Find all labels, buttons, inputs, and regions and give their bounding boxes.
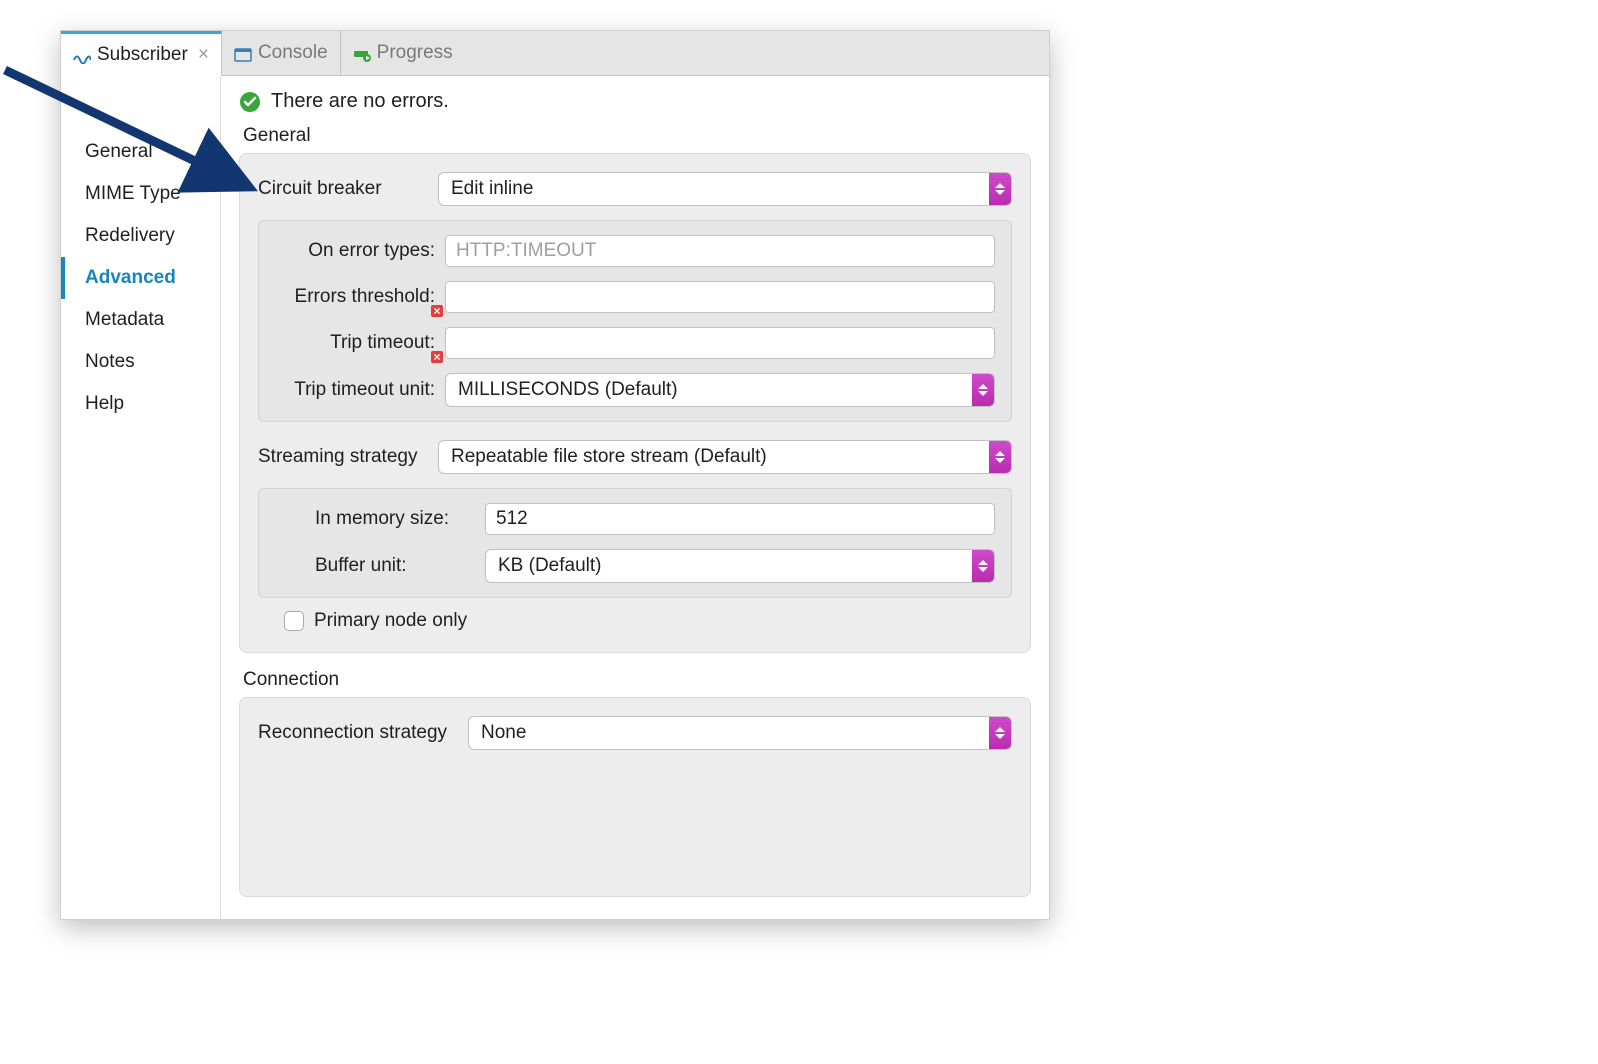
sidenav-item-metadata[interactable]: Metadata [61,299,220,341]
tab-console[interactable]: Console [222,31,341,75]
sidenav-item-advanced[interactable]: Advanced [61,257,220,299]
input-in-memory-size[interactable] [485,503,995,535]
chevron-updown-icon [989,441,1011,473]
row-on-error-types: On error types: [275,235,995,267]
subsection-streaming-strategy: In memory size: Buffer unit: KB (Default… [258,488,1012,598]
select-value: Edit inline [451,178,533,200]
row-circuit-breaker: Circuit breaker Edit inline [258,172,1012,206]
tab-subscriber[interactable]: Subscriber × [61,31,222,76]
chevron-updown-icon [972,550,994,582]
tab-progress[interactable]: Progress [341,31,465,75]
label-primary-node-only: Primary node only [314,610,467,632]
validation-status: There are no errors. [239,90,1031,113]
select-trip-timeout-unit[interactable]: MILLISECONDS (Default) [445,373,995,407]
row-streaming-strategy: Streaming strategy Repeatable file store… [258,440,1012,474]
label-circuit-breaker: Circuit breaker [258,178,438,200]
sidenav-item-general[interactable]: General [61,131,220,173]
row-trip-timeout-unit: Trip timeout unit: MILLISECONDS (Default… [275,373,995,407]
label-in-memory-size: In memory size: [315,508,485,530]
tab-label: Console [258,42,328,64]
chevron-updown-icon [989,717,1011,749]
section-general: Circuit breaker Edit inline On error typ… [239,153,1031,653]
input-trip-timeout[interactable] [445,327,995,359]
chevron-updown-icon [972,374,994,406]
tab-label: Progress [377,42,453,64]
input-on-error-types[interactable] [445,235,995,267]
tab-strip: Subscriber × Console Progress [61,31,1049,76]
tab-label: Subscriber [97,44,188,66]
row-errors-threshold: Errors threshold: [275,281,995,313]
row-buffer-unit: Buffer unit: KB (Default) [275,549,995,583]
sidenav-item-redelivery[interactable]: Redelivery [61,215,220,257]
section-title-general: General [243,125,1031,147]
sidenav-item-help[interactable]: Help [61,383,220,425]
select-value: None [481,722,526,744]
ok-icon [239,91,261,113]
checkbox-primary-node-only[interactable] [284,611,304,631]
sidenav-item-notes[interactable]: Notes [61,341,220,383]
select-value: Repeatable file store stream (Default) [451,446,767,468]
select-value: MILLISECONDS (Default) [458,379,678,401]
row-reconnection-strategy: Reconnection strategy None [258,716,1012,750]
label-trip-timeout-unit: Trip timeout unit: [275,379,445,401]
label-reconnection-strategy: Reconnection strategy [258,722,468,744]
label-buffer-unit: Buffer unit: [315,555,485,577]
subscriber-icon [73,48,91,62]
section-connection: Reconnection strategy None [239,697,1031,897]
subsection-circuit-breaker: On error types: Errors threshold: [258,220,1012,422]
input-errors-threshold[interactable] [445,281,995,313]
side-nav: General MIME Type Redelivery Advanced Me… [61,76,221,919]
editor-window: Subscriber × Console Progress General MI… [60,30,1050,920]
select-circuit-breaker[interactable]: Edit inline [438,172,1012,206]
validation-status-text: There are no errors. [271,90,449,113]
row-in-memory-size: In memory size: [275,503,995,535]
select-reconnection-strategy[interactable]: None [468,716,1012,750]
close-icon[interactable]: × [194,45,209,64]
select-value: KB (Default) [498,555,601,577]
label-trip-timeout: Trip timeout: [275,332,445,354]
console-icon [234,46,252,60]
content-area: General MIME Type Redelivery Advanced Me… [61,76,1049,919]
section-title-connection: Connection [243,669,1031,691]
sidenav-item-mime-type[interactable]: MIME Type [61,173,220,215]
label-on-error-types: On error types: [275,240,445,262]
error-icon [431,305,443,317]
chevron-updown-icon [989,173,1011,205]
row-trip-timeout: Trip timeout: [275,327,995,359]
select-streaming-strategy[interactable]: Repeatable file store stream (Default) [438,440,1012,474]
row-primary-node-only[interactable]: Primary node only [258,604,1012,634]
label-streaming-strategy: Streaming strategy [258,446,438,468]
label-errors-threshold: Errors threshold: [275,286,445,308]
main-panel: There are no errors. General Circuit bre… [221,76,1049,919]
error-icon [431,351,443,363]
select-buffer-unit[interactable]: KB (Default) [485,549,995,583]
progress-icon [353,46,371,60]
